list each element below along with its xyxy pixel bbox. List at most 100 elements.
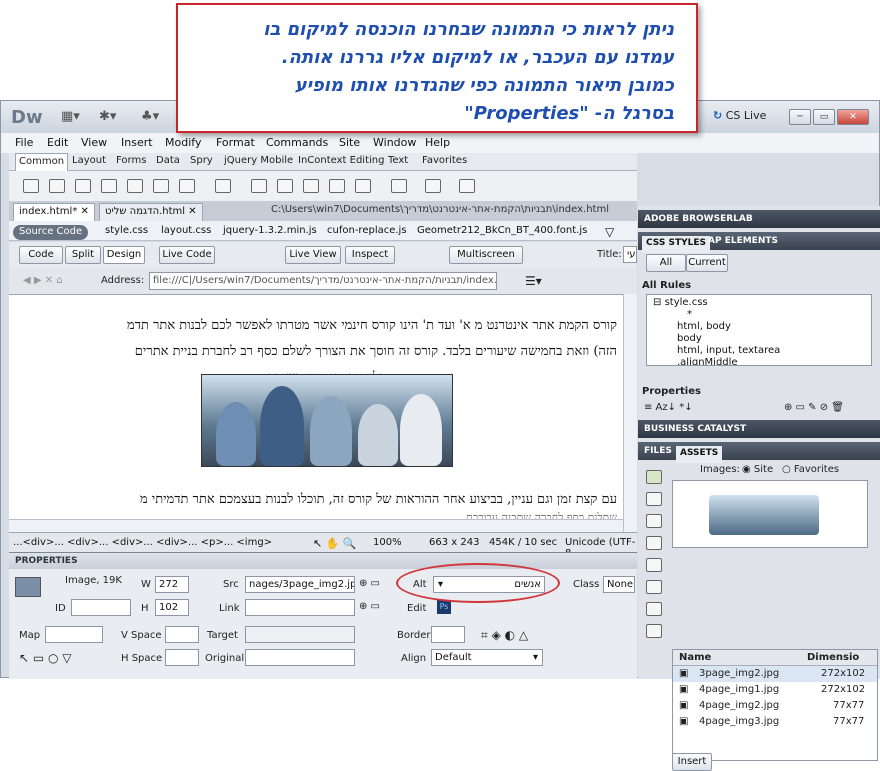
tab-text[interactable]: Text bbox=[385, 155, 411, 166]
named-anchor-icon[interactable] bbox=[75, 179, 91, 193]
rule-item[interactable]: body bbox=[677, 333, 702, 344]
all-button[interactable]: All bbox=[646, 254, 686, 272]
site-icon[interactable]: ♣▾ bbox=[141, 109, 159, 125]
menu-site[interactable]: Site bbox=[339, 136, 360, 149]
div-icon[interactable] bbox=[153, 179, 169, 193]
tab-ap-elements[interactable]: AP ELEMENTS bbox=[708, 236, 778, 246]
menu-window[interactable]: Window bbox=[373, 136, 416, 149]
tab-jquery-mobile[interactable]: jQuery Mobile bbox=[221, 155, 296, 166]
crop-icon[interactable]: ⌗ ◈ ◐ △ bbox=[481, 628, 528, 643]
link-input[interactable] bbox=[245, 599, 355, 616]
browserlab-header[interactable]: ADOBE BROWSERLAB bbox=[638, 210, 880, 228]
related-layout-css[interactable]: layout.css bbox=[161, 225, 211, 236]
col-name[interactable]: Name bbox=[679, 652, 711, 663]
title-input[interactable]: עי bbox=[623, 246, 637, 263]
menu-file[interactable]: File bbox=[15, 136, 33, 149]
asset-category-icons[interactable] bbox=[644, 466, 664, 666]
align-select[interactable]: Default ▾ bbox=[431, 649, 543, 666]
hyperlink-icon[interactable] bbox=[23, 179, 39, 193]
css-action-icons[interactable]: ⊕ ▭ ✎ ⊘ 🗑 bbox=[784, 402, 844, 413]
original-input[interactable] bbox=[245, 649, 355, 666]
browse-options-icon[interactable]: ☰▾ bbox=[525, 274, 542, 288]
urls-category-icon[interactable] bbox=[646, 514, 662, 528]
window-size[interactable]: 663 x 243 bbox=[429, 537, 479, 548]
media-icon[interactable] bbox=[215, 179, 231, 193]
tab-spry[interactable]: Spry bbox=[187, 155, 216, 166]
related-cufon-js[interactable]: cufon-replace.js bbox=[327, 225, 407, 236]
related-jquery-js[interactable]: jquery-1.3.2.min.js bbox=[223, 225, 317, 236]
css-rules-tree[interactable]: ⊟ style.css * html, body body html, inpu… bbox=[646, 294, 872, 366]
favorites-radio[interactable]: ○ Favorites bbox=[782, 464, 839, 475]
related-geometr-js[interactable]: Geometr212_BkCn_BT_400.font.js bbox=[417, 225, 587, 236]
doc-tab-demo[interactable]: הדגמה שליט.html ✕ bbox=[99, 203, 203, 221]
photoshop-edit-icon[interactable]: Ps bbox=[437, 600, 451, 614]
minimize-button[interactable]: ─ bbox=[789, 109, 811, 125]
horizontal-scrollbar[interactable] bbox=[9, 519, 623, 532]
maximize-button[interactable]: ▭ bbox=[813, 109, 835, 125]
widget-icon[interactable] bbox=[459, 179, 475, 193]
tab-favorites[interactable]: Favorites bbox=[419, 155, 470, 166]
tag-chooser-icon[interactable] bbox=[425, 179, 441, 193]
menu-edit[interactable]: Edit bbox=[47, 136, 68, 149]
split-view-button[interactable]: Split bbox=[65, 246, 101, 264]
design-view-button[interactable]: Design bbox=[103, 246, 145, 264]
movies-category-icon[interactable] bbox=[646, 558, 662, 572]
live-code-button[interactable]: Live Code bbox=[159, 246, 215, 264]
comment-icon[interactable] bbox=[303, 179, 319, 193]
library-category-icon[interactable] bbox=[646, 624, 662, 638]
rule-item[interactable]: .alignMiddle bbox=[677, 357, 738, 365]
filter-icon[interactable]: ▽ bbox=[605, 225, 614, 239]
code-view-button[interactable]: Code bbox=[19, 246, 63, 264]
tag-selector[interactable]: ...<div>... <div>... <div>... <div>... <… bbox=[13, 537, 272, 548]
images-category-icon[interactable] bbox=[646, 470, 662, 484]
rule-item[interactable]: html, input, textarea bbox=[677, 345, 780, 356]
doc-tab-index[interactable]: index.html* ✕ bbox=[13, 203, 95, 221]
hotspot-tools-icon[interactable]: ↖ ▭ ○ ▽ bbox=[19, 651, 72, 665]
server-side-include-icon[interactable] bbox=[277, 179, 293, 193]
border-input[interactable] bbox=[431, 626, 465, 643]
templates-icon[interactable] bbox=[391, 179, 407, 193]
business-catalyst-header[interactable]: BUSINESS CATALYST bbox=[638, 420, 880, 438]
tab-assets[interactable]: ASSETS bbox=[676, 446, 723, 463]
menu-help[interactable]: Help bbox=[425, 136, 450, 149]
width-input[interactable]: 272 bbox=[155, 576, 189, 593]
id-input[interactable] bbox=[71, 599, 131, 616]
date-icon[interactable] bbox=[251, 179, 267, 193]
head-icon[interactable] bbox=[329, 179, 345, 193]
horizontal-rule-icon[interactable] bbox=[101, 179, 117, 193]
back-icon[interactable]: ◀ ▶ ✕ ⌂ bbox=[23, 275, 63, 286]
menu-format[interactable]: Format bbox=[216, 136, 255, 149]
height-input[interactable]: 102 bbox=[155, 599, 189, 616]
asset-row[interactable]: ▣ 3page_img2.jpg 272x102 bbox=[673, 666, 877, 682]
col-dimensions[interactable]: Dimensio bbox=[807, 652, 859, 663]
menu-modify[interactable]: Modify bbox=[165, 136, 201, 149]
close-button[interactable]: ✕ bbox=[837, 109, 869, 125]
related-style-css[interactable]: style.css bbox=[105, 225, 148, 236]
src-input[interactable]: nages/3page_img2.jpg bbox=[245, 576, 355, 593]
templates-category-icon[interactable] bbox=[646, 602, 662, 616]
link-folder-icon[interactable]: ⊕ ▭ bbox=[359, 601, 380, 612]
tab-common[interactable]: Common bbox=[15, 153, 69, 171]
gear-icon[interactable]: ✱▾ bbox=[99, 109, 116, 125]
tab-layout[interactable]: Layout bbox=[69, 155, 109, 166]
colors-category-icon[interactable] bbox=[646, 492, 662, 506]
select-tool-icon[interactable]: ↖ ✋ 🔍 bbox=[313, 537, 357, 550]
asset-row[interactable]: ▣ 4page_img3.jpg 77x77 bbox=[673, 714, 877, 730]
menu-insert[interactable]: Insert bbox=[121, 136, 153, 149]
layout-icon[interactable]: ▦▾ bbox=[61, 109, 80, 125]
css-view-icons[interactable]: ≡ Az↓ *↓ bbox=[644, 402, 693, 413]
rule-item[interactable]: ⊟ style.css bbox=[653, 297, 708, 308]
browse-folder-icon[interactable]: ⊕ ▭ bbox=[359, 578, 380, 589]
cs-live-button[interactable]: ↻ CS Live bbox=[713, 109, 766, 122]
live-view-button[interactable]: Live View bbox=[285, 246, 341, 264]
asset-row[interactable]: ▣ 4page_img1.jpg 272x102 bbox=[673, 682, 877, 698]
insert-button[interactable]: Insert bbox=[672, 753, 712, 771]
vertical-scrollbar[interactable] bbox=[623, 294, 637, 532]
address-input[interactable]: file:///C|/Users/win7/Documents/תבניות/ה… bbox=[149, 272, 497, 290]
rule-item[interactable]: html, body bbox=[677, 321, 731, 332]
tab-css-styles[interactable]: CSS STYLES bbox=[642, 236, 710, 253]
target-select[interactable] bbox=[245, 626, 355, 643]
swf-category-icon[interactable] bbox=[646, 536, 662, 550]
zoom-level[interactable]: 100% bbox=[373, 537, 402, 548]
menu-view[interactable]: View bbox=[81, 136, 107, 149]
